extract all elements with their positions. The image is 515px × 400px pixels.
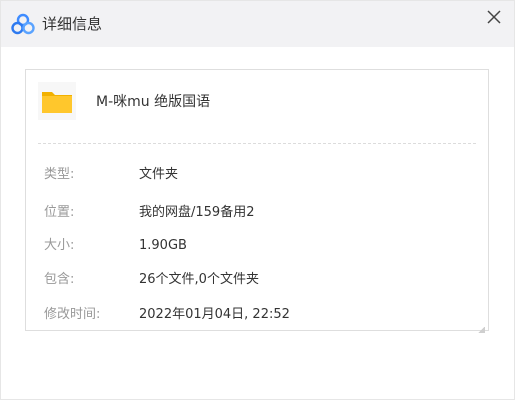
detail-row-location: 位置: 我的网盘/159备用2 (26, 203, 488, 223)
detail-value: 文件夹 (139, 167, 179, 182)
detail-label: 位置: (44, 205, 75, 220)
detail-row-type: 类型: 文件夹 (26, 165, 488, 185)
detail-label: 包含: (44, 272, 75, 287)
detail-label: 修改时间: (44, 307, 101, 322)
detail-label: 大小: (44, 238, 75, 253)
detail-row-modified: 修改时间: 2022年01月04日, 22:52 (26, 305, 488, 325)
detail-label: 类型: (44, 167, 75, 182)
detail-value: 2022年01月04日, 22:52 (139, 307, 290, 322)
dialog-titlebar: 详细信息 (1, 1, 514, 47)
detail-row-size: 大小: 1.90GB (26, 236, 488, 256)
file-name: M-咪mu 绝版国语 (96, 94, 211, 110)
details-panel: M-咪mu 绝版国语 类型: 文件夹 位置: 我的网盘/159备用2 大小: 1… (25, 69, 489, 331)
dialog-title: 详细信息 (42, 15, 103, 33)
close-icon (487, 10, 501, 24)
detail-value: 26个文件,0个文件夹 (139, 272, 259, 287)
folder-icon (38, 82, 76, 120)
detail-value: 1.90GB (139, 238, 187, 253)
file-details-dialog: 详细信息 M-咪mu 绝版国语 类型: 文件夹 位置: 我的网盘/159备用2 (0, 0, 515, 400)
detail-value: 我的网盘/159备用2 (139, 205, 255, 220)
close-button[interactable] (482, 5, 506, 29)
divider (38, 143, 476, 144)
baidu-netdisk-logo-icon (11, 13, 35, 35)
resize-grip[interactable] (477, 327, 485, 333)
detail-row-contains: 包含: 26个文件,0个文件夹 (26, 270, 488, 290)
